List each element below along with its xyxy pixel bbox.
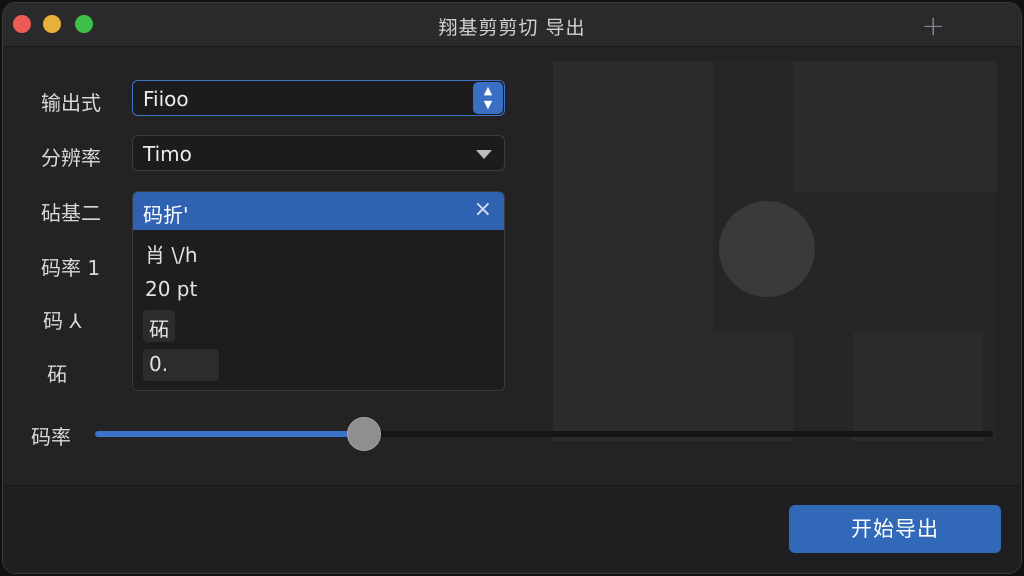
dropdown-list[interactable]: 码折' × 肖 \/h 20 pt 砳 0. <box>132 191 505 391</box>
field3-label: 砧基二 <box>41 201 101 225</box>
window-title: 翔基剪剪切 导出 <box>438 17 586 39</box>
list-item-selected[interactable]: 码折' × <box>133 192 504 230</box>
export-window: 翔基剪剪切 导出 + 输出式 Fiioo ▲ ▼ 分辨率 Timo 砧基二 码率 … <box>2 2 1022 574</box>
output-format-value: Fiioo <box>143 87 189 111</box>
output-format-label: 输出式 <box>41 91 101 115</box>
list-item[interactable]: 20 pt <box>145 277 197 301</box>
close-icon[interactable]: × <box>474 197 492 222</box>
output-format-select[interactable]: Fiioo ▲ ▼ <box>132 80 505 116</box>
list-item[interactable]: 肖 \/h <box>145 239 198 268</box>
start-export-button[interactable]: 开始导出 <box>789 505 1001 553</box>
slider-fill <box>95 431 365 437</box>
slider-label: 码率 <box>31 425 71 449</box>
slider-thumb[interactable] <box>347 417 382 451</box>
resolution-select[interactable]: Timo <box>132 135 505 171</box>
plus-icon[interactable]: + <box>922 9 945 42</box>
preview-shape <box>643 331 793 441</box>
title-bar: 翔基剪剪切 导出 + <box>3 3 1021 47</box>
preview-circle <box>719 201 815 297</box>
resolution-label: 分辨率 <box>41 146 101 170</box>
field6-label: 砳 <box>47 362 67 386</box>
bitrate1-label: 码率 1 <box>41 256 101 280</box>
selected-item-label: 码折' <box>143 203 189 227</box>
video-preview <box>553 61 997 441</box>
list-item[interactable]: 砳 <box>143 310 175 342</box>
list-item[interactable]: 0. <box>143 349 219 381</box>
updown-stepper-icon[interactable]: ▲ ▼ <box>473 82 503 114</box>
field5-label: 码 ⅄ <box>43 309 82 333</box>
resolution-value: Timo <box>143 142 192 166</box>
preview-shape <box>853 331 983 441</box>
chevron-down-icon <box>476 150 492 159</box>
preview-shape <box>793 61 997 191</box>
